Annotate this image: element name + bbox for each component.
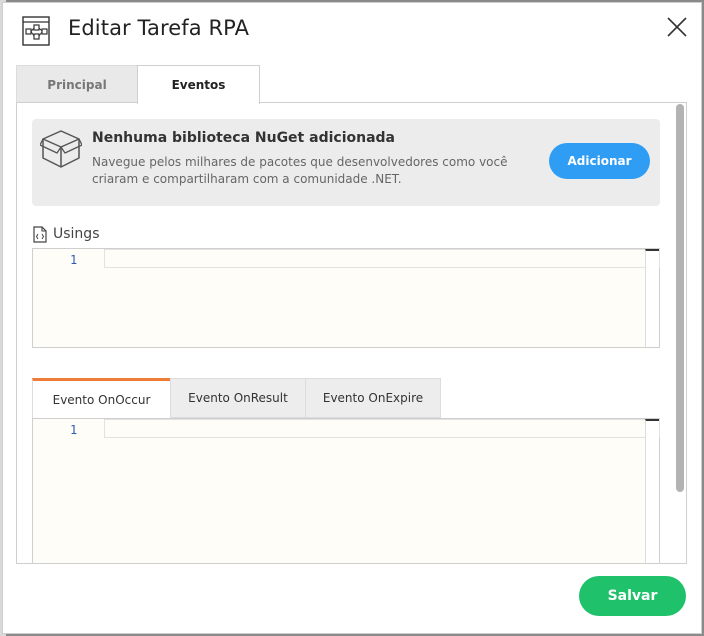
save-button[interactable]: Salvar (579, 576, 686, 616)
content-scrollbar[interactable] (676, 104, 684, 492)
event-code-line[interactable] (104, 419, 660, 438)
tab-principal[interactable]: Principal (16, 65, 138, 103)
usings-editor-scrollbar[interactable] (645, 249, 659, 347)
workflow-icon (22, 16, 50, 46)
package-box-icon (40, 130, 82, 168)
event-line-number: 1 (70, 423, 78, 437)
nuget-empty-title: Nenhuma biblioteca NuGet adicionada (92, 130, 395, 146)
tab-evento-onoccur[interactable]: Evento OnOccur (32, 378, 171, 418)
tab-evento-onresult[interactable]: Evento OnResult (170, 378, 306, 418)
dialog-title: Editar Tarefa RPA (68, 16, 250, 40)
usings-line-number: 1 (70, 253, 78, 267)
usings-code-line[interactable] (104, 249, 660, 268)
tab-eventos[interactable]: Eventos (137, 65, 260, 104)
code-file-icon (33, 226, 47, 243)
close-icon[interactable] (664, 14, 690, 40)
tab-evento-onexpire[interactable]: Evento OnExpire (305, 378, 441, 418)
nuget-empty-description: Navegue pelos milhares de pacotes que de… (92, 155, 508, 186)
event-editor-scrollbar[interactable] (645, 419, 659, 563)
event-code-editor[interactable] (32, 418, 660, 564)
usings-label: Usings (53, 226, 100, 242)
add-package-button[interactable]: Adicionar (549, 143, 650, 179)
